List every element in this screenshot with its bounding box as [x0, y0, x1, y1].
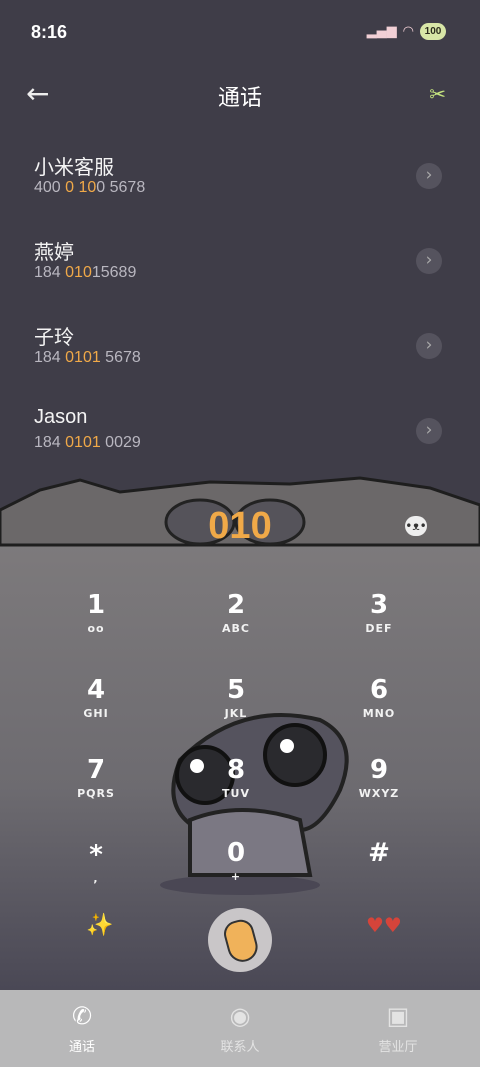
- phone-icon: ✆: [71, 1002, 93, 1030]
- wrench-icon[interactable]: ✂: [429, 82, 446, 106]
- contact-number: 184 0101 5678: [34, 349, 141, 366]
- contact-name: 燕婷: [34, 242, 74, 264]
- key-digit: 1: [86, 590, 106, 620]
- voicemail-icon: oo: [87, 622, 105, 635]
- key-digit: 2: [226, 590, 246, 620]
- sparkle-icon[interactable]: ✨: [86, 913, 113, 938]
- contact-name: 小米客服: [34, 157, 114, 179]
- chevron-right-icon[interactable]: ›: [416, 163, 442, 189]
- key-digit: 0: [226, 838, 246, 868]
- contact-number: 184 0101 0029: [34, 434, 141, 451]
- header: ← 通话 ✂: [0, 72, 480, 118]
- chevron-right-icon[interactable]: ›: [416, 418, 442, 444]
- key-digit: 9: [369, 755, 389, 785]
- bottom-nav: ✆ 通话 ◉ 联系人 ▣ 营业厅: [0, 990, 480, 1067]
- call-button[interactable]: [208, 908, 272, 972]
- key-letters: TUV: [222, 787, 250, 800]
- key-hash[interactable]: #: [334, 838, 424, 908]
- contact-name: Jason: [34, 406, 88, 428]
- key-digit: 3: [369, 590, 389, 620]
- key-digit: 7: [86, 755, 106, 785]
- key-8[interactable]: 8 TUV: [191, 755, 281, 825]
- nav-store[interactable]: ▣ 营业厅: [318, 990, 478, 1067]
- list-item[interactable]: 子玲 184 0101 5678 ›: [0, 315, 480, 400]
- key-letters: +: [230, 870, 242, 883]
- key-3[interactable]: 3 DEF: [334, 590, 424, 660]
- chevron-right-icon[interactable]: ›: [416, 248, 442, 274]
- key-letters: ,: [93, 872, 99, 885]
- key-7[interactable]: 7 PQRS: [51, 755, 141, 825]
- key-digit: #: [368, 838, 390, 868]
- nav-calls[interactable]: ✆ 通话: [2, 990, 162, 1067]
- list-item[interactable]: 燕婷 184 01015689 ›: [0, 230, 480, 315]
- list-item[interactable]: 小米客服 400 0 100 5678 ›: [0, 145, 480, 230]
- key-0[interactable]: 0 +: [191, 838, 281, 908]
- contact-icon: ◉: [229, 1002, 251, 1030]
- key-letters: JKL: [224, 707, 248, 720]
- hearts-icon[interactable]: ♥♥: [366, 913, 402, 937]
- key-digit: 5: [226, 675, 246, 705]
- status-bar: 8:16 ▂▄▆ ◠ 100: [0, 0, 480, 68]
- signal-icon: ▂▄▆: [366, 24, 397, 39]
- face-icon[interactable]: •ᴥ•: [405, 516, 427, 536]
- key-letters: GHI: [83, 707, 109, 720]
- status-time: 8:16: [31, 22, 68, 42]
- key-2[interactable]: 2 ABC: [191, 590, 281, 660]
- page-title: 通话: [217, 85, 262, 110]
- chevron-right-icon[interactable]: ›: [416, 333, 442, 359]
- key-letters: ABC: [222, 622, 250, 635]
- bean-icon: [221, 916, 261, 966]
- nav-label: 通话: [68, 1039, 95, 1054]
- bag-icon: ▣: [386, 1002, 410, 1030]
- status-icons: ▂▄▆ ◠ 100: [367, 23, 446, 40]
- key-letters: DEF: [365, 622, 393, 635]
- nav-label: 联系人: [220, 1039, 260, 1054]
- wifi-icon: ◠: [402, 24, 414, 39]
- contact-number: 184 01015689: [34, 264, 137, 281]
- key-digit: 8: [226, 755, 246, 785]
- contact-list: 小米客服 400 0 100 5678 › 燕婷 184 01015689 › …: [0, 145, 480, 485]
- key-6[interactable]: 6 MNO: [334, 675, 424, 745]
- key-digit: 6: [369, 675, 389, 705]
- nav-label: 营业厅: [378, 1039, 418, 1054]
- key-1[interactable]: 1 oo: [51, 590, 141, 660]
- key-5[interactable]: 5 JKL: [191, 675, 281, 745]
- key-letters: PQRS: [77, 787, 115, 800]
- key-digit: 4: [86, 675, 106, 705]
- battery-icon: 100: [420, 23, 446, 40]
- key-letters: MNO: [362, 707, 396, 720]
- key-9[interactable]: 9 WXYZ: [334, 755, 424, 825]
- key-digit: *: [89, 840, 103, 870]
- key-letters: WXYZ: [358, 787, 400, 800]
- contact-number: 400 0 100 5678: [34, 179, 146, 196]
- key-star[interactable]: * ,: [51, 840, 141, 910]
- contact-name: 子玲: [34, 327, 74, 349]
- key-4[interactable]: 4 GHI: [51, 675, 141, 745]
- nav-contacts[interactable]: ◉ 联系人: [160, 990, 320, 1067]
